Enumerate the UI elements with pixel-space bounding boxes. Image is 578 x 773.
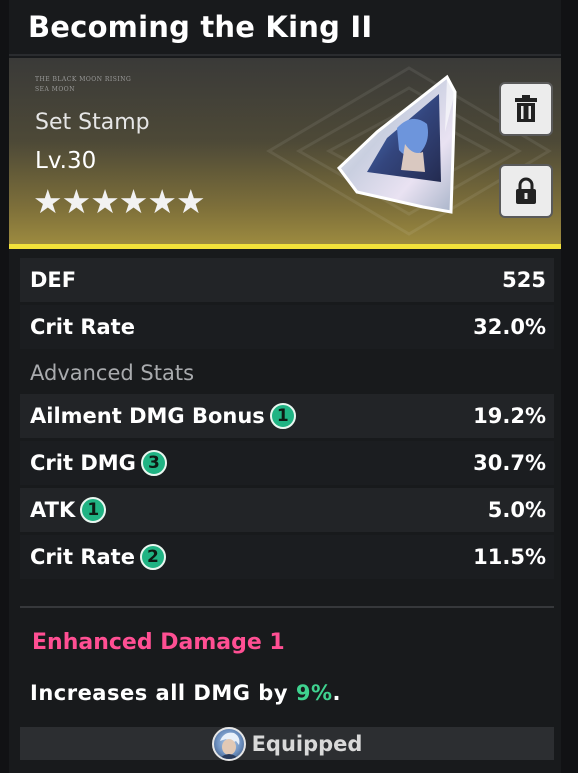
banner-small-subcaption: SEA MOON <box>35 86 75 93</box>
banner-small-caption: THE BLACK MOON RISING <box>35 76 132 83</box>
star-icon: ★ <box>33 182 63 221</box>
stat-label: Crit Rate <box>30 545 135 569</box>
stamp-level: Lv.30 <box>35 148 97 174</box>
stats-panel: DEF 525 Crit Rate 32.0% Advanced Stats A… <box>20 258 554 582</box>
main-stat-row: DEF 525 <box>20 258 554 302</box>
character-portrait-icon <box>218 732 240 759</box>
upgrade-count-badge: 3 <box>140 450 167 476</box>
header-divider <box>9 54 561 56</box>
stat-label: Crit DMG <box>30 451 136 475</box>
stat-label: Ailment DMG Bonus <box>30 404 265 428</box>
stat-value: 5.0% <box>487 498 546 522</box>
stat-label: Crit Rate <box>30 315 135 339</box>
character-avatar <box>211 726 246 761</box>
stamp-title: Becoming the King II <box>28 10 373 44</box>
stat-value: 30.7% <box>473 451 546 475</box>
stat-value: 32.0% <box>473 315 546 339</box>
stamp-artwork <box>336 74 457 214</box>
set-effect-name: Enhanced Damage 1 <box>32 630 285 655</box>
upgrade-count-badge: 1 <box>80 497 107 523</box>
stamp-type-label: Set Stamp <box>35 110 150 135</box>
stat-label: ATK <box>30 498 76 522</box>
stat-label-group: Crit DMG 3 <box>30 450 167 476</box>
star-icon: ★ <box>61 182 92 221</box>
lock-icon <box>516 177 536 204</box>
delete-button[interactable] <box>499 82 553 136</box>
stat-label: DEF <box>30 268 77 292</box>
star-icon: ★ <box>90 182 120 221</box>
banner-accent-line <box>9 244 561 249</box>
section-divider <box>20 606 554 608</box>
star-icon: ★ <box>118 182 149 221</box>
stat-value: 19.2% <box>473 404 546 428</box>
lock-button[interactable] <box>499 164 553 218</box>
equipped-bar[interactable]: Equipped <box>20 726 554 761</box>
main-stat-row: Crit Rate 32.0% <box>20 305 554 349</box>
stat-label-group: ATK 1 <box>30 497 107 523</box>
set-effect-desc-text: Increases all DMG by <box>30 681 296 705</box>
upgrade-count-badge: 1 <box>269 403 296 429</box>
advanced-stat-row: Ailment DMG Bonus 1 19.2% <box>20 394 554 438</box>
upgrade-count-badge: 2 <box>139 544 166 570</box>
advanced-stats-heading: Advanced Stats <box>30 361 195 385</box>
set-effect-desc-end: . <box>332 681 341 705</box>
star-icon: ★ <box>147 182 177 221</box>
stamp-banner: THE BLACK MOON RISING SEA MOON Set Stamp… <box>9 58 561 244</box>
stat-label-group: Ailment DMG Bonus 1 <box>30 403 296 429</box>
advanced-stat-row: Crit DMG 3 30.7% <box>20 441 554 485</box>
set-effect-description: Increases all DMG by 9%. <box>30 681 341 705</box>
equipped-label: Equipped <box>251 731 363 756</box>
trash-icon <box>515 95 537 122</box>
stat-label-group: Crit Rate 2 <box>30 544 166 570</box>
set-effect-value: 9% <box>295 681 333 705</box>
star-rating: ★★★★★★ <box>33 182 206 221</box>
advanced-stat-row: ATK 1 5.0% <box>20 488 554 532</box>
advanced-stat-row: Crit Rate 2 11.5% <box>20 535 554 579</box>
stat-value: 525 <box>502 268 546 292</box>
star-icon: ★ <box>175 182 206 221</box>
stat-value: 11.5% <box>473 545 546 569</box>
